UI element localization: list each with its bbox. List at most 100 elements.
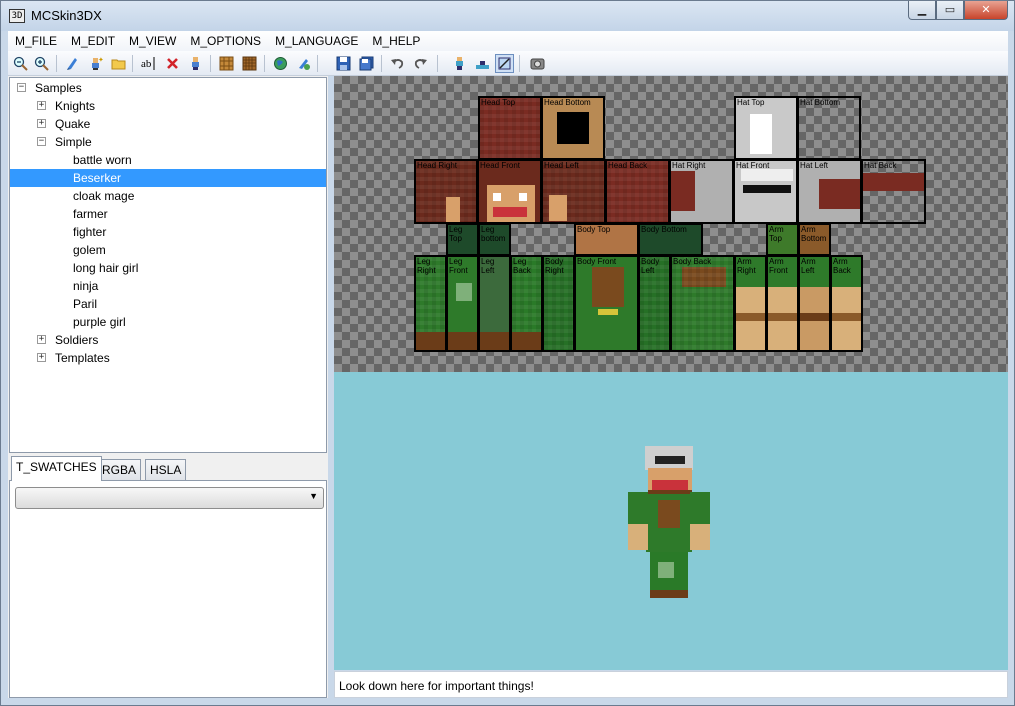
tree-item-skin[interactable]: cloak mage [10,187,326,205]
tree-item-skin[interactable]: golem [10,241,326,259]
undo-icon[interactable] [388,54,407,73]
uv-arm-back[interactable]: Arm Back [830,255,863,352]
collapse-icon[interactable]: − [37,137,46,146]
collapse-icon[interactable]: − [17,83,26,92]
app-window: 3D MCSkin3DX ▁ ▭ ✕ M_FILE M_EDIT M_VIEW … [0,0,1015,706]
import-skin-icon[interactable] [63,54,82,73]
menu-help[interactable]: M_HELP [365,31,427,51]
uv-body-top[interactable]: Body Top [574,223,639,256]
tree-item-folder[interactable]: − Simple [10,133,326,151]
uv-body-right[interactable]: Body Right [542,255,575,352]
uv-hat-front[interactable]: Hat Front [733,159,798,224]
uv-head-top[interactable]: Head Top [478,96,542,160]
tree-item-skin[interactable]: battle worn [10,151,326,169]
uv-arm-left[interactable]: Arm Left [798,255,831,352]
tab-hsla[interactable]: HSLA [145,459,187,480]
uv-head-front[interactable]: Head Front [477,159,542,224]
tree-item-skin[interactable]: long hair girl [10,259,326,277]
tree-item-samples[interactable]: − Samples [10,79,326,97]
uv-head-left[interactable]: Head Left [541,159,606,224]
status-text: Look down here for important things! [339,679,534,693]
uv-leg-back[interactable]: Leg Back [510,255,543,352]
uv-leg-front[interactable]: Leg Front [446,255,479,352]
screenshot-icon[interactable] [528,54,547,73]
tab-swatches[interactable]: T_SWATCHES [11,456,102,481]
uv-head-back[interactable]: Head Back [605,159,670,224]
model-chest [658,500,680,528]
menu-language[interactable]: M_LANGUAGE [268,31,365,51]
tree-item-skin[interactable]: fighter [10,223,326,241]
toolbar: ✦ ab [8,51,1008,76]
tree-item-skin[interactable]: purple girl [10,313,326,331]
uv-arm-bottom[interactable]: Arm Bottom [798,223,831,256]
uv-arm-front[interactable]: Arm Front [766,255,799,352]
uv-body-left[interactable]: Body Left [638,255,671,352]
new-skin-icon[interactable]: ✦ [86,54,105,73]
tree-item-skin[interactable]: Paril [10,295,326,313]
tree-item-folder[interactable]: + Soldiers [10,331,326,349]
svg-text:ab: ab [141,58,152,70]
swatch-select[interactable]: ▼ [15,487,324,509]
skin-viewport[interactable]: Head Top Head Bottom Hat Top Hat Bottom … [334,76,1008,670]
model-visor [655,456,685,464]
tree-item-skin[interactable]: ninja [10,277,326,295]
save-icon[interactable] [334,54,353,73]
new-folder-icon[interactable] [109,54,128,73]
rename-icon[interactable]: ab [140,54,159,73]
save-all-icon[interactable] [357,54,376,73]
tree-item-folder[interactable]: + Quake [10,115,326,133]
expand-icon[interactable]: + [37,335,46,344]
delete-icon[interactable] [163,54,182,73]
redo-icon[interactable] [411,54,430,73]
skin-tree[interactable]: − Samples + Knights + Quake − Simple bat… [9,77,327,453]
menu-options[interactable]: M_OPTIONS [183,31,268,51]
uv-body-bottom[interactable]: Body Bottom [638,223,703,256]
textured-view-icon[interactable] [473,54,492,73]
orthographic-view-icon[interactable] [495,54,514,73]
uv-hat-back[interactable]: Hat Back [861,159,926,224]
globe-icon[interactable] [271,54,290,73]
menu-view[interactable]: M_VIEW [122,31,183,51]
zoom-in-icon[interactable] [32,54,51,73]
uv-arm-top[interactable]: Arm Top [766,223,799,256]
grid-icon[interactable] [217,54,236,73]
tree-item-skin-selected[interactable]: Beserker [10,169,326,187]
minimize-icon[interactable]: ▁ [908,1,936,20]
uv-body-front[interactable]: Body Front [574,255,639,352]
uv-body-back[interactable]: Body Back [670,255,735,352]
window-title: MCSkin3DX [31,8,102,23]
perspective-view-icon[interactable] [450,54,469,73]
title-bar[interactable]: 3D MCSkin3DX ▁ ▭ ✕ [1,1,1014,31]
uv-leg-right[interactable]: Leg Right [414,255,447,352]
expand-icon[interactable]: + [37,119,46,128]
model-mouth [652,480,688,490]
uv-head-bottom[interactable]: Head Bottom [541,96,605,160]
close-icon[interactable]: ✕ [964,1,1008,20]
tree-item-folder[interactable]: + Knights [10,97,326,115]
uv-head-right[interactable]: Head Right [414,159,478,224]
uv-hat-right[interactable]: Hat Right [669,159,734,224]
model-hand-left [690,524,710,550]
uv-arm-right[interactable]: Arm Right [734,255,767,352]
maximize-icon[interactable]: ▭ [936,1,964,20]
uv-texture-map[interactable]: Head Top Head Bottom Hat Top Hat Bottom … [334,76,1008,372]
menu-edit[interactable]: M_EDIT [64,31,122,51]
clone-skin-icon[interactable] [186,54,205,73]
expand-icon[interactable]: + [37,353,46,362]
zoom-out-icon[interactable] [11,54,30,73]
texture-grid-icon[interactable] [240,54,259,73]
tree-item-folder[interactable]: + Templates [10,349,326,367]
uv-leg-top[interactable]: Leg Top [446,223,479,256]
uv-leg-left[interactable]: Leg Left [478,255,511,352]
skin-3d-model[interactable] [628,446,718,601]
uv-leg-bottom[interactable]: Leg bottom [478,223,511,256]
uv-hat-left[interactable]: Hat Left [797,159,862,224]
expand-icon[interactable]: + [37,101,46,110]
uv-hat-top[interactable]: Hat Top [734,96,798,160]
upload-icon[interactable] [294,54,313,73]
color-panel: T_SWATCHES RGBA HSLA ▼ [9,456,327,698]
tree-item-skin[interactable]: farmer [10,205,326,223]
uv-hat-bottom[interactable]: Hat Bottom [797,96,861,160]
tab-rgba[interactable]: RGBA [97,459,142,480]
menu-file[interactable]: M_FILE [8,31,64,51]
